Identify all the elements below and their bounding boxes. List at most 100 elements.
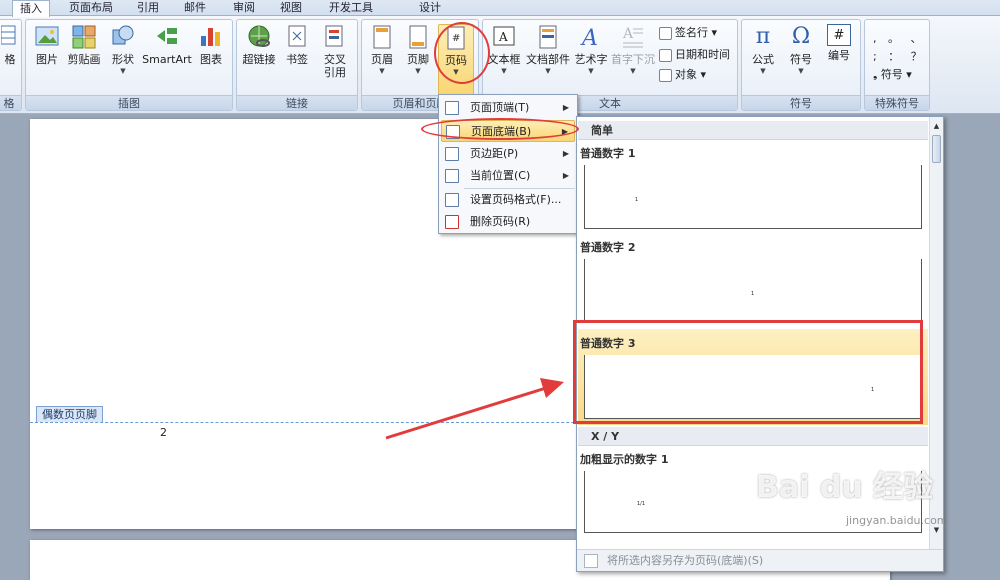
tab-mailings[interactable]: 邮件 [177,0,213,16]
page-top-icon [445,101,459,115]
ribbon-tab-bar: 插入 页面布局 引用 邮件 审阅 视图 开发工具 设计 [0,0,1000,17]
object-button[interactable]: 对象 ▾ [659,66,706,84]
group-table-partial: 格 格 [0,19,22,111]
menu-item-remove-page-numbers[interactable]: 删除页码(R) [441,211,575,233]
gallery-section-xy: X / Y [578,427,928,446]
calendar-icon [659,48,672,62]
numbering-button[interactable]: # 编号 [822,24,856,62]
gallery-item-title: 加粗显示的数字 1 [580,453,669,466]
chevron-down-icon: ▼ [379,67,385,75]
tab-references[interactable]: 引用 [130,0,166,16]
equation-button[interactable]: π 公式 ▼ [746,24,780,76]
menu-item-page-margins[interactable]: 页边距(P) ▶ [441,143,575,165]
scroll-up-icon[interactable]: ▲ [930,119,943,133]
symbol-button[interactable]: Ω 符号 ▼ [784,24,818,76]
chevron-down-icon: ▼ [760,67,766,75]
hyperlink-button[interactable]: 超链接 [239,24,279,66]
pi-icon: π [755,24,771,49]
cross-reference-button[interactable]: 交叉 引用 [317,24,353,79]
quick-parts-icon [539,25,557,49]
cross-reference-icon [325,25,343,47]
group-illustrations: 图片 剪贴画 形状 ▼ SmartArt 图表 插图 [25,19,233,111]
footer-tag: 偶数页页脚 [36,406,103,422]
gallery-item-plain-number-1[interactable]: 1 [584,165,922,229]
baidu-url: jingyan.baidu.com [846,514,948,527]
globe-link-icon [248,25,270,47]
gallery-item-title: 普通数字 2 [580,241,636,254]
special-symbols-row-1[interactable]: , 。 、 [873,30,926,48]
gallery-item-plain-number-2[interactable]: 1 [584,259,922,323]
annotation-box-plain-number-3 [573,320,923,424]
tab-page-layout[interactable]: 页面布局 [63,0,119,16]
table-icon [1,25,16,45]
wordart-icon: A [580,26,598,50]
menu-item-format-page-numbers[interactable]: 设置页码格式(F)... [441,189,575,211]
date-time-button[interactable]: 日期和时间 [659,46,730,64]
scrollbar-thumb[interactable] [932,135,941,163]
chevron-right-icon: ▶ [562,171,569,180]
menu-item-top-of-page[interactable]: 页面顶端(T) ▶ [441,97,575,119]
smartart-icon [157,28,177,44]
clipart-icon [72,25,96,49]
smartart-button[interactable]: SmartArt [142,24,192,66]
drop-cap-button: A 首字下沉 ▼ [611,26,655,75]
footer-button[interactable]: 页脚 ▼ [402,24,434,76]
thumb-number: 1 [635,197,639,203]
tab-design[interactable]: 设计 [410,0,450,16]
group-links: 超链接 书签 交叉 引用 链接 [236,19,358,111]
save-gallery-icon [584,554,598,568]
annotation-arrow-icon [385,378,564,440]
group-label-table: 格 [0,95,21,110]
picture-icon [35,26,59,46]
shapes-button[interactable]: 形状 ▼ [106,24,140,76]
annotation-circle-page-number [434,22,490,84]
group-label-links: 链接 [237,95,357,110]
annotation-circle-bottom-of-page [421,118,579,140]
tab-developer[interactable]: 开发工具 [320,0,382,16]
page-number-menu: 页面顶端(T) ▶ 页面底端(B) ▶ 页边距(P) ▶ 当前位置(C) ▶ 设置页码格… [438,94,578,234]
footer-icon [409,25,427,49]
textbox-button[interactable]: A 文本框 ▼ [487,24,521,76]
chevron-down-icon: ▼ [630,67,636,75]
header-button[interactable]: 页眉 ▼ [366,24,398,76]
chevron-right-icon: ▶ [562,149,569,158]
thumb-number: 1 [751,291,755,297]
gallery-section-simple: 简单 [578,121,928,140]
chevron-down-icon: ▼ [798,67,804,75]
bookmark-button[interactable]: 书签 [281,24,313,66]
menu-item-current-position[interactable]: 当前位置(C) ▶ [441,165,575,187]
chevron-right-icon: ▶ [562,103,569,112]
header-icon [373,25,391,49]
chart-icon [201,28,220,46]
chevron-down-icon: ▼ [545,67,551,75]
chevron-down-icon: ▼ [415,67,421,75]
svg-text:A: A [498,30,508,44]
current-position-icon [445,169,459,183]
picture-button[interactable]: 图片 [30,24,64,66]
save-selection-as-page-number: 将所选内容另存为页码(底端)(S) [577,549,943,571]
baidu-logo: Bai du 经验 [756,470,934,505]
gallery-item-title: 普通数字 1 [580,147,636,160]
group-symbols: π 公式 ▼ Ω 符号 ▼ # 编号 符号 [741,19,861,111]
tab-view[interactable]: 视图 [273,0,309,16]
chevron-down-icon: ▼ [501,67,507,75]
wordart-button[interactable]: A 艺术字 ▼ [573,24,609,76]
tab-review[interactable]: 审阅 [226,0,262,16]
baidu-watermark: Bai du 经验 jingyan.baidu.com [756,462,948,527]
special-symbol-button[interactable]: ❟ 符号 ▾ [873,66,912,84]
group-label-symbols: 符号 [742,95,860,110]
table-button[interactable]: 格 [1,24,19,66]
tab-insert[interactable]: 插入 [12,0,50,17]
format-icon [445,193,459,207]
textbox-icon: A [493,26,515,46]
chart-button[interactable]: 图表 [194,24,228,66]
page-number-text[interactable]: 2 [160,426,167,439]
omega-icon: Ω [791,24,811,49]
special-symbols-row-2[interactable]: ; ： ？ [873,48,926,66]
signature-line-button[interactable]: 签名行 ▾ [659,24,717,42]
clipart-button[interactable]: 剪贴画 [66,24,102,66]
quick-parts-button[interactable]: 文档部件 ▼ [525,24,571,76]
svg-text:A: A [622,26,634,42]
group-special-symbols: , 。 、 ; ： ？ ❟ 符号 ▾ 特殊符号 [864,19,930,111]
object-icon [659,68,672,82]
